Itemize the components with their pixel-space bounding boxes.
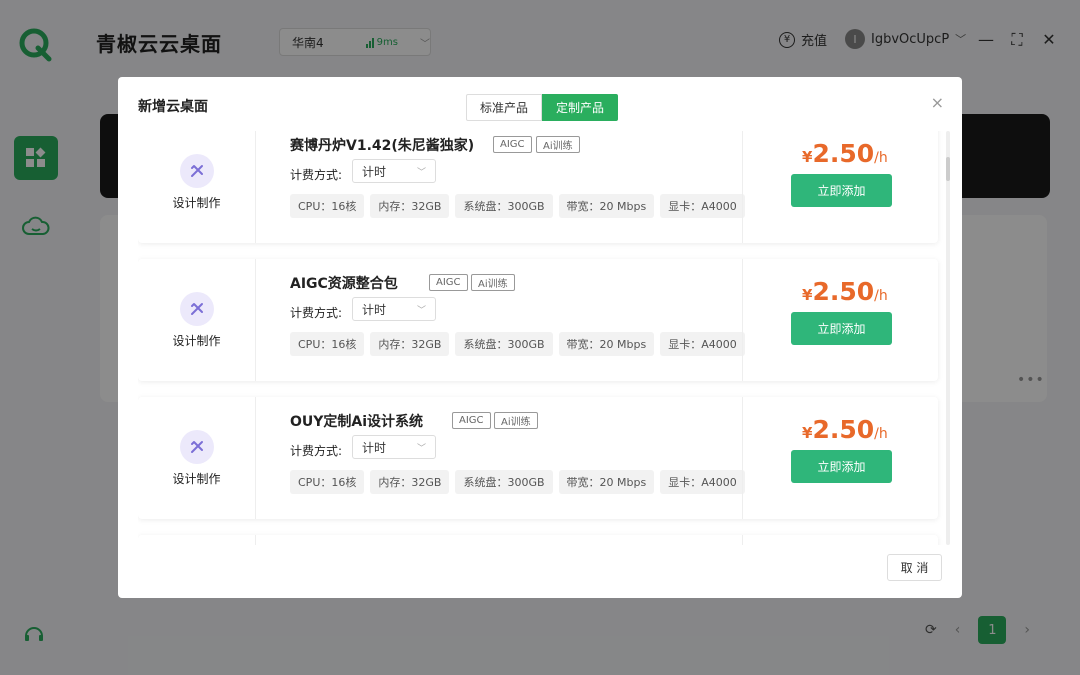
add-now-button[interactable]: 立即添加 [791, 450, 892, 483]
price: ¥2.50/h [802, 139, 888, 168]
spec-gpu: 显卡：A4000 [660, 470, 745, 494]
spec-disk: 系统盘：300GB [455, 470, 553, 494]
chevron-down-icon: ﹀ [416, 444, 426, 454]
price-unit: /h [874, 288, 888, 304]
billing-value: 计时 [362, 440, 387, 455]
spec-disk: 系统盘：300GB [455, 332, 553, 356]
spec-bandwidth: 带宽：20 Mbps [558, 194, 655, 218]
spec-gpu: 显卡：A4000 [660, 194, 745, 218]
price-currency: ¥ [802, 148, 813, 166]
billing-value: 计时 [362, 164, 387, 179]
add-now-button[interactable]: 立即添加 [791, 312, 892, 345]
billing-label: 计费方式: [290, 168, 343, 182]
scrollbar[interactable] [946, 131, 950, 545]
billing-label: 计费方式: [290, 306, 343, 320]
category-label: 设计制作 [172, 195, 221, 210]
spec-cpu: CPU：16核 [290, 332, 365, 356]
billing-value: 计时 [362, 302, 387, 317]
price-value: 2.50 [812, 277, 875, 306]
billing-select[interactable]: 计时 ﹀ [352, 435, 436, 459]
spec-list: CPU：16核 内存：32GB 系统盘：300GB 带宽：20 Mbps 显卡：… [290, 470, 745, 494]
spec-bandwidth: 带宽：20 Mbps [558, 470, 655, 494]
price-value: 2.50 [812, 139, 875, 168]
spec-gpu: 显卡：A4000 [660, 332, 745, 356]
spec-list: CPU：16核 内存：32GB 系统盘：300GB 带宽：20 Mbps 显卡：… [290, 332, 745, 356]
category-column: 设计制作 [138, 397, 256, 519]
modal-title: 新增云桌面 [138, 99, 208, 115]
tag-badge: Ai训练 [471, 274, 515, 291]
tag-badge: AIGC [493, 136, 532, 153]
price: ¥2.50/h [802, 415, 888, 444]
product-name: OUY定制Ai设计系统 [290, 414, 424, 430]
price-column: ¥2.50/h 立即添加 [742, 259, 938, 381]
billing-select[interactable]: 计时 ﹀ [352, 297, 436, 321]
billing-label: 计费方式: [290, 444, 343, 458]
price-column: ¥2.50/h 立即添加 [742, 397, 938, 519]
spec-memory: 内存：32GB [370, 470, 450, 494]
design-tools-icon [179, 291, 214, 326]
spec-list: CPU：16核 内存：32GB 系统盘：300GB 带宽：20 Mbps 显卡：… [290, 194, 745, 218]
product-list: 设计制作 赛博丹炉V1.42(朱尼酱独家) AIGC Ai训练 计费方式: 计时… [138, 131, 950, 545]
spec-memory: 内存：32GB [370, 332, 450, 356]
category-column: 设计制作 [138, 131, 256, 243]
price-unit: /h [874, 150, 888, 166]
scroll-thumb[interactable] [946, 157, 950, 181]
price-currency: ¥ [802, 286, 813, 304]
add-now-button[interactable]: 立即添加 [791, 174, 892, 207]
category-label: 设计制作 [172, 471, 221, 486]
design-tools-icon [179, 153, 214, 188]
billing-select[interactable]: 计时 ﹀ [352, 159, 436, 183]
tab-standard[interactable]: 标准产品 [466, 94, 543, 121]
price-column [742, 535, 938, 545]
category-column: 设计制作 [138, 259, 256, 381]
tag-badge: Ai训练 [494, 412, 538, 429]
price-column: ¥2.50/h 立即添加 [742, 131, 938, 243]
spec-cpu: CPU：16核 [290, 470, 365, 494]
price: ¥2.50/h [802, 277, 888, 306]
chevron-down-icon: ﹀ [416, 306, 426, 316]
category-label: 设计制作 [172, 333, 221, 348]
spec-cpu: CPU：16核 [290, 194, 365, 218]
spec-disk: 系统盘：300GB [455, 194, 553, 218]
add-desktop-modal: 新增云桌面 标准产品 定制产品 × 设计制作 赛博丹炉V1.42(朱尼酱独家) … [118, 77, 962, 598]
category-column [138, 535, 256, 545]
chevron-down-icon: ﹀ [416, 168, 426, 178]
product-name: 赛博丹炉V1.42(朱尼酱独家) [290, 138, 475, 154]
tag-badge: AIGC [452, 412, 491, 429]
product-card: 设计制作 赛博丹炉V1.42(朱尼酱独家) AIGC Ai训练 计费方式: 计时… [138, 131, 938, 243]
cancel-button[interactable]: 取 消 [887, 554, 942, 581]
design-tools-icon [179, 429, 214, 464]
price-value: 2.50 [812, 415, 875, 444]
product-name: AIGC资源整合包 [290, 276, 398, 292]
price-currency: ¥ [802, 424, 813, 442]
tag-badge: AIGC [429, 274, 468, 291]
price-unit: /h [874, 426, 888, 442]
product-card [138, 535, 938, 545]
tab-custom[interactable]: 定制产品 [542, 94, 619, 121]
spec-bandwidth: 带宽：20 Mbps [558, 332, 655, 356]
spec-memory: 内存：32GB [370, 194, 450, 218]
tag-badge: Ai训练 [536, 136, 580, 153]
product-tabs: 标准产品 定制产品 [466, 94, 619, 121]
product-card: 设计制作 AIGC资源整合包 AIGC Ai训练 计费方式: 计时 ﹀ CPU：… [138, 259, 938, 381]
close-icon[interactable]: × [931, 93, 944, 112]
product-card: 设计制作 OUY定制Ai设计系统 AIGC Ai训练 计费方式: 计时 ﹀ CP… [138, 397, 938, 519]
